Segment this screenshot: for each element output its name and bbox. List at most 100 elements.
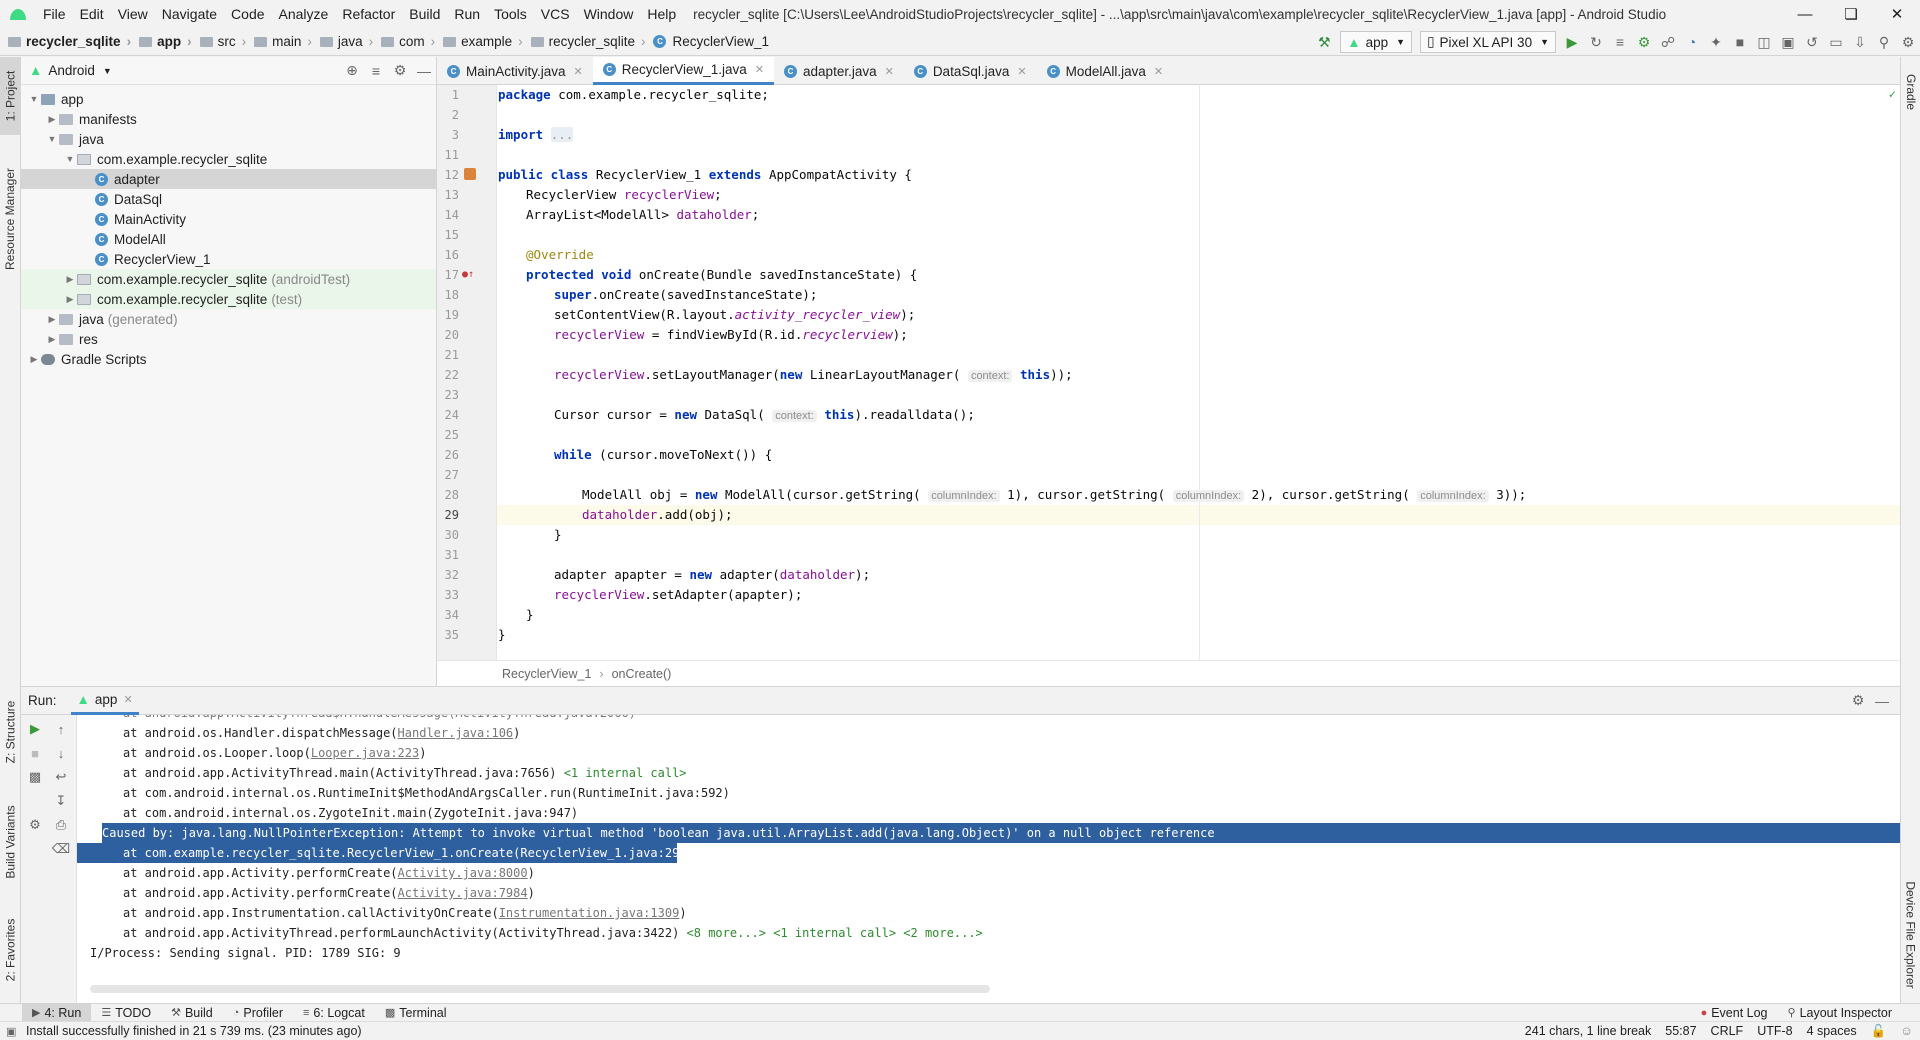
menu-help[interactable]: Help xyxy=(640,0,683,28)
breadcrumb-app[interactable]: app › xyxy=(131,34,192,49)
breadcrumb-method[interactable]: onCreate() xyxy=(612,667,672,681)
breadcrumb-package[interactable]: recycler_sqlite › xyxy=(523,34,645,49)
device-select[interactable]: ▯ Pixel XL API 30 ▼ xyxy=(1420,31,1556,53)
event-icon[interactable]: ☺ xyxy=(1893,1024,1920,1039)
chevron-right-icon[interactable]: ▶ xyxy=(63,274,77,285)
implementing-icon[interactable] xyxy=(464,168,476,180)
breadcrumb-class[interactable]: C RecyclerView_1 xyxy=(645,34,769,49)
tab-gradle[interactable]: Gradle xyxy=(1901,57,1920,127)
hide-icon[interactable]: — xyxy=(1870,689,1894,713)
menu-vcs[interactable]: VCS xyxy=(534,0,577,28)
menu-window[interactable]: Window xyxy=(577,0,641,28)
breadcrumb-java[interactable]: java › xyxy=(312,34,373,49)
tab-build-variants[interactable]: Build Variants xyxy=(0,787,21,897)
menu-analyze[interactable]: Analyze xyxy=(272,0,336,28)
tab-project[interactable]: 1: Project xyxy=(0,57,21,135)
menu-navigate[interactable]: Navigate xyxy=(155,0,224,28)
menu-edit[interactable]: Edit xyxy=(73,0,111,28)
stack-link[interactable]: Looper.java:223 xyxy=(311,746,419,760)
restore-layout-icon[interactable]: ▩ xyxy=(25,767,45,787)
tool-todo[interactable]: ☰ TODO xyxy=(91,1004,161,1022)
scroll-to-end-icon[interactable]: ↧ xyxy=(51,791,71,811)
tree-item[interactable]: ▶ manifests xyxy=(21,109,436,129)
tree-item[interactable]: ▼ app xyxy=(21,89,436,109)
tree-item[interactable]: Cadapter xyxy=(21,169,436,189)
tree-item[interactable]: C MainActivity xyxy=(21,209,436,229)
folded-imports[interactable]: ... xyxy=(550,127,574,142)
maximize-icon[interactable]: ❏ xyxy=(1828,0,1874,28)
tab-structure[interactable]: Z: Structure xyxy=(0,685,21,779)
file-encoding[interactable]: UTF-8 xyxy=(1750,1024,1799,1039)
tree-item[interactable]: ▶ com.example.recycler_sqlite (test) xyxy=(21,289,436,309)
chevron-down-icon[interactable]: ▼ xyxy=(63,154,77,164)
stack-link[interactable]: Instrumentation.java:1309 xyxy=(499,906,680,920)
close-icon[interactable]: ✕ xyxy=(1874,0,1920,28)
tab-datasql[interactable]: C DataSql.java ✕ xyxy=(904,57,1037,85)
locate-icon[interactable]: ⊕ xyxy=(340,59,364,83)
run-icon[interactable]: ▶ xyxy=(1560,30,1584,54)
tree-item[interactable]: C ModelAll xyxy=(21,229,436,249)
device-manager-icon[interactable]: ▭ xyxy=(1824,30,1848,54)
line-separator[interactable]: CRLF xyxy=(1704,1024,1751,1039)
profile-icon[interactable]: ◔ xyxy=(1680,30,1704,54)
gear-icon[interactable]: ⚙ xyxy=(388,59,412,83)
settings-icon[interactable]: ⚙ xyxy=(1896,30,1920,54)
stop-icon[interactable]: ■ xyxy=(1728,30,1752,54)
breadcrumb-src[interactable]: src › xyxy=(192,34,246,49)
tab-device-file-explorer[interactable]: Device File Explorer xyxy=(1901,865,1920,1005)
attach-debugger-icon[interactable]: ☍ xyxy=(1656,30,1680,54)
run-tab-app[interactable]: ▲ app ✕ xyxy=(70,687,139,715)
soft-wrap-icon[interactable]: ↩ xyxy=(51,767,71,787)
apply-changes-icon[interactable]: ≡ xyxy=(1608,30,1632,54)
breadcrumb-example[interactable]: example › xyxy=(435,34,523,49)
tree-item[interactable]: ▼ java xyxy=(21,129,436,149)
chevron-right-icon[interactable]: ▶ xyxy=(45,314,59,325)
down-arrow-icon[interactable]: ↓ xyxy=(51,743,71,763)
breadcrumb-main[interactable]: main › xyxy=(246,34,312,49)
breadcrumb-com[interactable]: com › xyxy=(373,34,435,49)
close-icon[interactable]: ✕ xyxy=(574,65,583,78)
menu-file[interactable]: File xyxy=(36,0,73,28)
menu-build[interactable]: Build xyxy=(402,0,447,28)
stop-icon[interactable]: ■ xyxy=(25,743,45,763)
rerun-icon[interactable]: ↻ xyxy=(1584,30,1608,54)
console-output[interactable]: at android.app.ActivityThread$H.handleMe… xyxy=(77,715,1900,1004)
override-icon[interactable]: ●↑ xyxy=(462,269,474,280)
tool-event-log[interactable]: ● Event Log xyxy=(1691,1004,1778,1022)
close-icon[interactable]: ✕ xyxy=(885,65,894,78)
tree-item[interactable]: ▼ com.example.recycler_sqlite xyxy=(21,149,436,169)
tree-item[interactable]: ▶ res xyxy=(21,329,436,349)
hide-icon[interactable]: — xyxy=(412,59,436,83)
close-icon[interactable]: ✕ xyxy=(123,693,132,706)
stack-link[interactable]: Activity.java:8000 xyxy=(398,866,528,880)
code-editor[interactable]: 1 2 3 11 12 13 14 15 16 17 18 19 20 21 22 23 24 25 26 27 28 2… xyxy=(437,85,1900,660)
indent-setting[interactable]: 4 spaces xyxy=(1800,1024,1864,1039)
gear-icon[interactable]: ⚙ xyxy=(1846,689,1870,713)
sync-gradle-icon[interactable]: ↺ xyxy=(1800,30,1824,54)
project-structure-icon[interactable]: ◫ xyxy=(1752,30,1776,54)
hammer-icon[interactable]: ⚒ xyxy=(1312,30,1336,54)
tree-item[interactable]: ▶ com.example.recycler_sqlite (androidTest… xyxy=(21,269,436,289)
menu-code[interactable]: Code xyxy=(224,0,271,28)
tool-run[interactable]: ▶ 4: Run xyxy=(22,1003,92,1022)
menu-refactor[interactable]: Refactor xyxy=(335,0,402,28)
trash-icon[interactable]: ⌫ xyxy=(51,839,71,859)
chevron-right-icon[interactable]: ▶ xyxy=(27,354,41,365)
menu-run[interactable]: Run xyxy=(447,0,487,28)
chevron-right-icon[interactable]: ▶ xyxy=(45,114,59,125)
status-icon[interactable]: ▣ xyxy=(6,1025,16,1038)
tab-modelall[interactable]: C ModelAll.java ✕ xyxy=(1037,57,1174,85)
tab-adapter[interactable]: Cadapter.java ✕ xyxy=(774,57,904,85)
chevron-right-icon[interactable]: ▶ xyxy=(45,334,59,345)
collapse-all-icon[interactable]: ≡ xyxy=(364,59,388,83)
internal-call-link[interactable]: <8 more...> <1 internal call> <2 more...… xyxy=(687,926,983,940)
rerun-icon[interactable]: ▶ xyxy=(25,719,45,739)
tree-item[interactable]: C RecyclerView_1 xyxy=(21,249,436,269)
tab-recyclerview-1[interactable]: C RecyclerView_1.java ✕ xyxy=(592,57,775,85)
up-arrow-icon[interactable]: ↑ xyxy=(51,719,71,739)
menu-tools[interactable]: Tools xyxy=(487,0,534,28)
sdk-manager-icon[interactable]: ⇩ xyxy=(1848,30,1872,54)
caret-position[interactable]: 55:87 xyxy=(1658,1024,1703,1039)
tree-item[interactable]: C DataSql xyxy=(21,189,436,209)
breadcrumb-project[interactable]: recycler_sqlite › xyxy=(0,34,131,49)
